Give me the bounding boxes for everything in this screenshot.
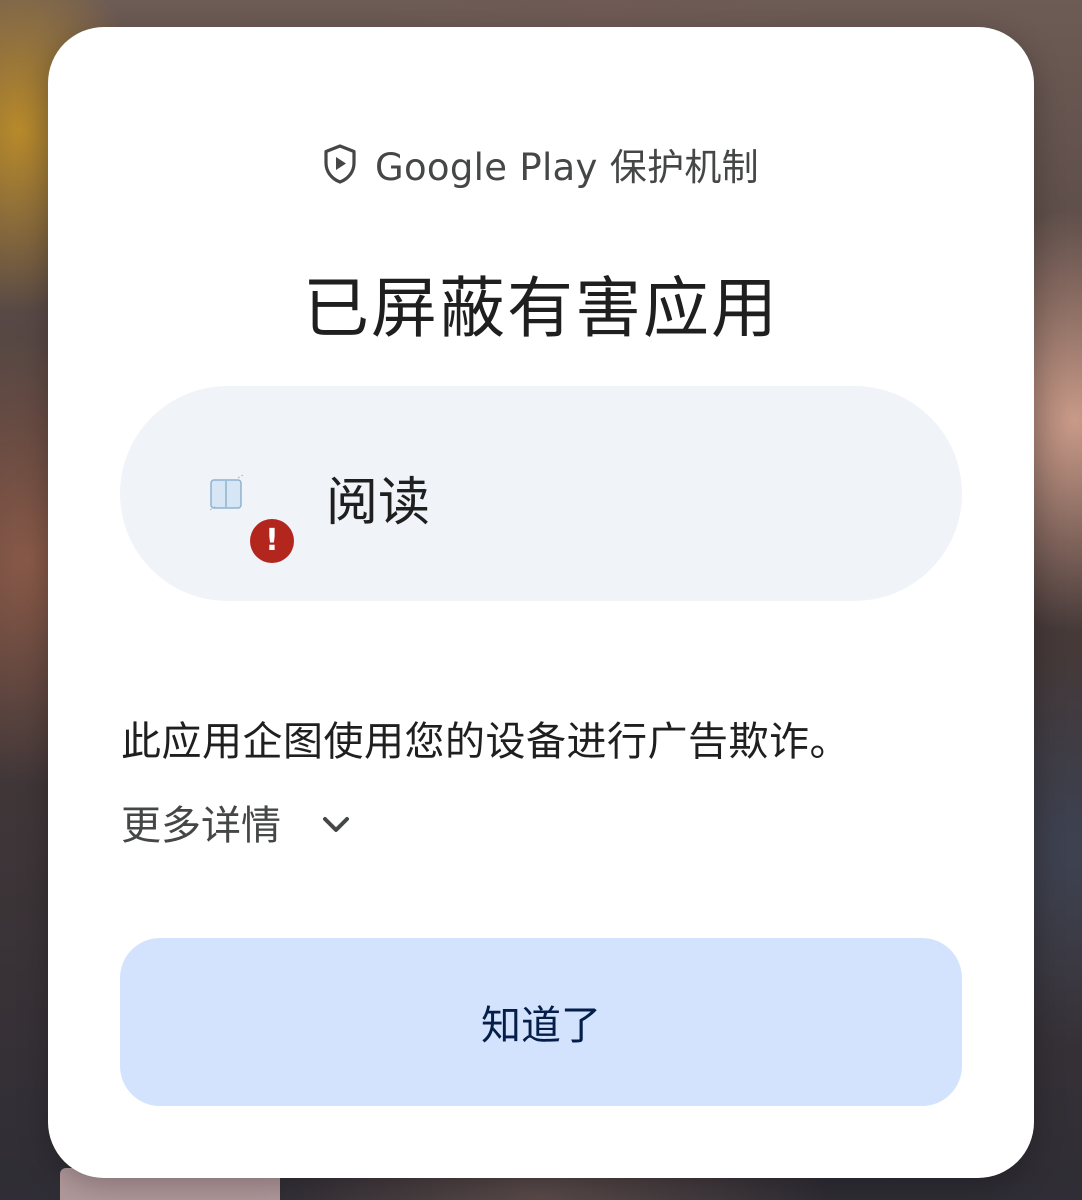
header-title: Google Play 保护机制 xyxy=(375,146,759,189)
book-icon xyxy=(208,474,244,514)
dialog-title: 已屏蔽有害应用 xyxy=(303,270,779,347)
chevron-down-icon xyxy=(321,799,351,845)
more-details-toggle[interactable]: 更多详情 xyxy=(121,793,351,851)
error-icon: ! xyxy=(250,519,294,563)
harmful-app-dialog: Google Play 保护机制 已屏蔽有害应用 ! 阅读 此应用企图使用您的设… xyxy=(48,27,1034,1178)
play-protect-shield-icon xyxy=(323,144,357,184)
app-name: 阅读 xyxy=(326,473,431,533)
warning-description: 此应用企图使用您的设备进行广告欺诈。 xyxy=(121,719,850,765)
dialog-header: Google Play 保护机制 xyxy=(48,137,1034,191)
blocked-app-card: ! 阅读 xyxy=(120,386,962,601)
more-details-label: 更多详情 xyxy=(121,803,281,849)
got-it-button[interactable]: 知道了 xyxy=(120,938,962,1106)
